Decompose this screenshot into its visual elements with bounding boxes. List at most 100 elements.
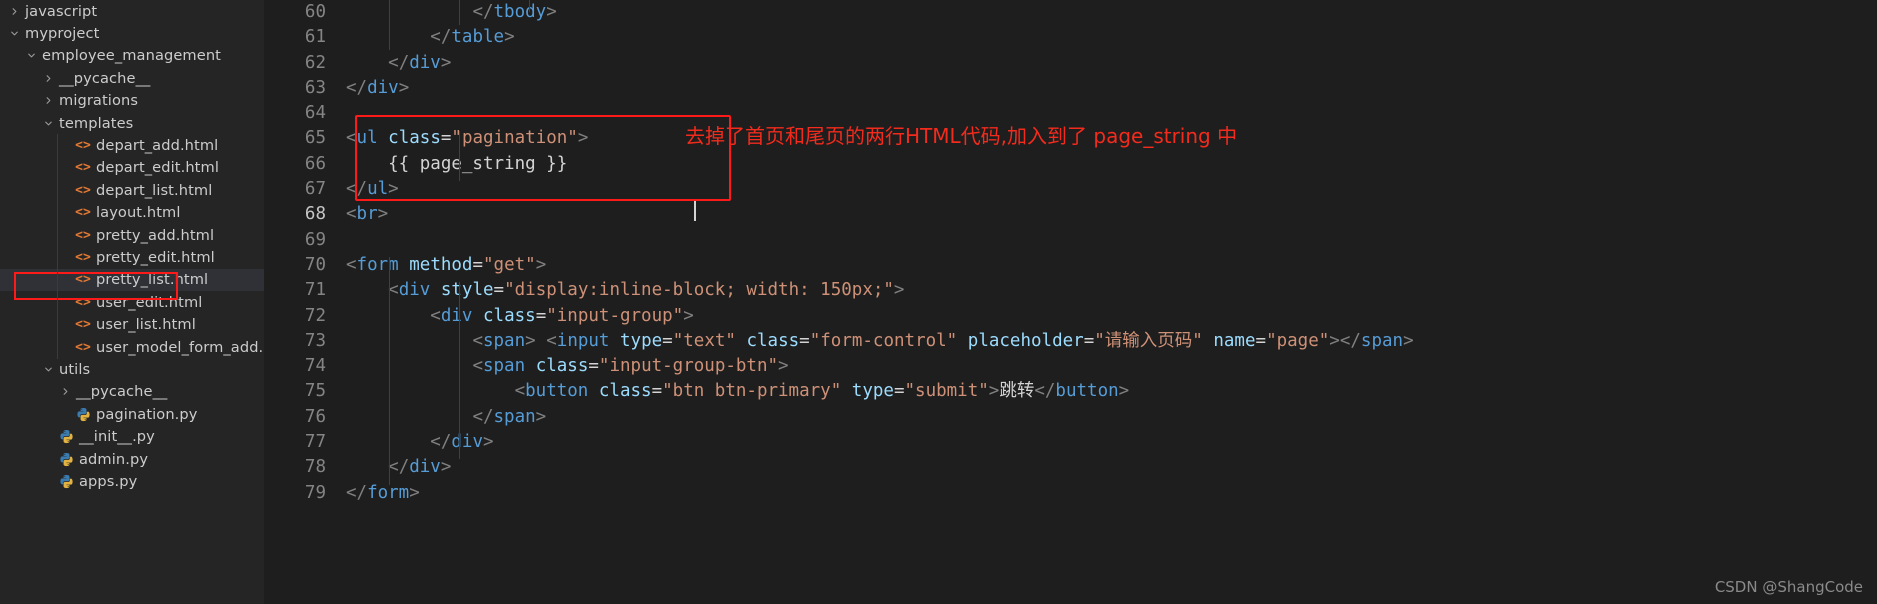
file-tree-item-label: templates: [59, 114, 134, 132]
file-tree-item-label: depart_list.html: [96, 181, 213, 199]
file-tree-item-label: migrations: [59, 92, 139, 110]
code-line-text: </form>: [346, 482, 420, 503]
file-tree-item-label: __pycache__: [76, 383, 168, 401]
file-tree-item-label: user_list.html: [96, 316, 196, 334]
file-tree-item-label: user_edit.html: [96, 293, 203, 311]
file-tree-item[interactable]: <> user_model_form_add.html: [0, 336, 264, 358]
line-number: 74: [304, 356, 326, 377]
html-file-icon: <>: [75, 205, 91, 221]
code-line-text: </ul>: [346, 179, 399, 200]
file-tree-item[interactable]: <> user_edit.html: [0, 291, 264, 313]
file-tree-item-label: apps.py: [79, 472, 138, 490]
code-line-text: </div>: [388, 52, 452, 73]
line-number: 67: [304, 179, 326, 200]
file-tree-item-label: utils: [59, 360, 91, 378]
indent-guide: [389, 0, 390, 50]
file-tree-item[interactable]: admin.py: [0, 448, 264, 470]
file-tree-item-label: javascript: [25, 2, 98, 20]
line-number: 75: [304, 381, 326, 402]
file-tree-item-label: pagination.py: [96, 405, 198, 423]
line-number: 78: [304, 457, 326, 478]
file-tree-item[interactable]: myproject: [0, 22, 264, 44]
file-tree-item[interactable]: __pycache__: [0, 67, 264, 89]
file-tree-item[interactable]: javascript: [0, 0, 264, 22]
indent-guide: [459, 131, 460, 181]
code-line-text: </table>: [430, 27, 515, 48]
python-file-icon: [73, 407, 93, 422]
line-number: 62: [304, 52, 326, 73]
file-tree-item-label: depart_edit.html: [96, 159, 219, 177]
chevron-right-icon[interactable]: [40, 73, 56, 84]
chevron-down-icon[interactable]: [6, 28, 22, 39]
annotation-text: 去掉了首页和尾页的两行HTML代码,加入到了 page_string 中: [685, 124, 1238, 148]
chevron-down-icon[interactable]: [40, 118, 56, 129]
file-explorer-sidebar: javascript myproject employee_management __…: [0, 0, 264, 604]
html-file-icon: <>: [75, 272, 91, 288]
file-tree-item[interactable]: <> layout.html: [0, 202, 264, 224]
line-number: 64: [304, 103, 326, 124]
file-tree-item-label: myproject: [25, 25, 100, 43]
chevron-right-icon[interactable]: [6, 6, 22, 17]
line-number: 79: [304, 482, 326, 503]
chevron-right-icon[interactable]: [40, 95, 56, 106]
line-number: 73: [304, 330, 326, 351]
line-number: 66: [304, 153, 326, 174]
file-tree-item[interactable]: migrations: [0, 90, 264, 112]
line-number: 61: [304, 27, 326, 48]
line-number: 65: [304, 128, 326, 149]
file-tree-item[interactable]: employee_management: [0, 45, 264, 67]
code-line-text: </div>: [346, 77, 410, 98]
code-line-text: {{ page_string }}: [346, 153, 568, 174]
code-line-text: <form method="get">: [346, 254, 547, 275]
file-tree-item-label: layout.html: [96, 204, 181, 222]
indent-guide: [529, 0, 530, 12]
file-tree-item-label: admin.py: [79, 450, 149, 468]
file-tree-item[interactable]: <> pretty_add.html: [0, 224, 264, 246]
line-number: 72: [304, 305, 326, 326]
python-file-icon: [56, 429, 76, 444]
file-tree-item[interactable]: <> depart_edit.html: [0, 157, 264, 179]
file-tree-item[interactable]: <> pretty_edit.html: [0, 246, 264, 268]
file-tree-item[interactable]: apps.py: [0, 470, 264, 492]
python-file-icon: [56, 474, 76, 489]
code-line-text: <br>: [346, 204, 389, 225]
file-tree-item-label: __pycache__: [59, 69, 151, 87]
code-line-text: </tbody>: [472, 2, 557, 22]
code-line-text: <div style="display:inline-block; width:…: [388, 280, 905, 301]
file-tree-item[interactable]: __pycache__: [0, 381, 264, 403]
chevron-down-icon[interactable]: [23, 50, 39, 61]
file-tree-item-label: user_model_form_add.html: [96, 338, 264, 356]
code-line-text: </div>: [430, 432, 494, 453]
chevron-right-icon[interactable]: [57, 386, 73, 397]
file-tree-item[interactable]: <> depart_list.html: [0, 179, 264, 201]
html-file-icon: <>: [75, 294, 91, 310]
indent-guide: [389, 257, 390, 485]
file-tree-item-label: depart_add.html: [96, 137, 219, 155]
line-number: 77: [304, 432, 326, 453]
file-tree-item[interactable]: <> pretty_list.html: [0, 268, 264, 292]
file-tree-item[interactable]: pagination.py: [0, 403, 264, 425]
indent-guide: [459, 282, 460, 459]
code-editor[interactable]: 60 </tbody> 61 </table> 62 </div> 63 </div> 6…: [264, 0, 1877, 604]
file-tree-item-label: pretty_add.html: [96, 226, 215, 244]
text-cursor: [694, 200, 696, 221]
line-number: 70: [304, 254, 326, 275]
python-file-icon: [56, 452, 76, 467]
line-number: 60: [304, 2, 326, 22]
chevron-down-icon[interactable]: [40, 364, 56, 375]
vscode-window: javascript myproject employee_management __…: [0, 0, 1877, 604]
line-number: 63: [304, 77, 326, 98]
file-tree-item[interactable]: utils: [0, 358, 264, 380]
code-line-text: </div>: [388, 457, 452, 478]
watermark: CSDN @ShangCode: [1714, 578, 1863, 596]
code-line-text: </span>: [472, 406, 547, 427]
file-tree-item[interactable]: <> user_list.html: [0, 313, 264, 335]
file-tree-item[interactable]: templates: [0, 112, 264, 134]
code-line-text: <span class="input-group-btn">: [472, 356, 789, 377]
file-tree-item-label: employee_management: [42, 47, 221, 65]
file-tree-item[interactable]: <> depart_add.html: [0, 134, 264, 156]
file-tree-item[interactable]: __init__.py: [0, 425, 264, 447]
file-tree-item-label: __init__.py: [79, 428, 155, 446]
line-number: 68: [304, 204, 326, 225]
line-number: 71: [304, 280, 326, 301]
